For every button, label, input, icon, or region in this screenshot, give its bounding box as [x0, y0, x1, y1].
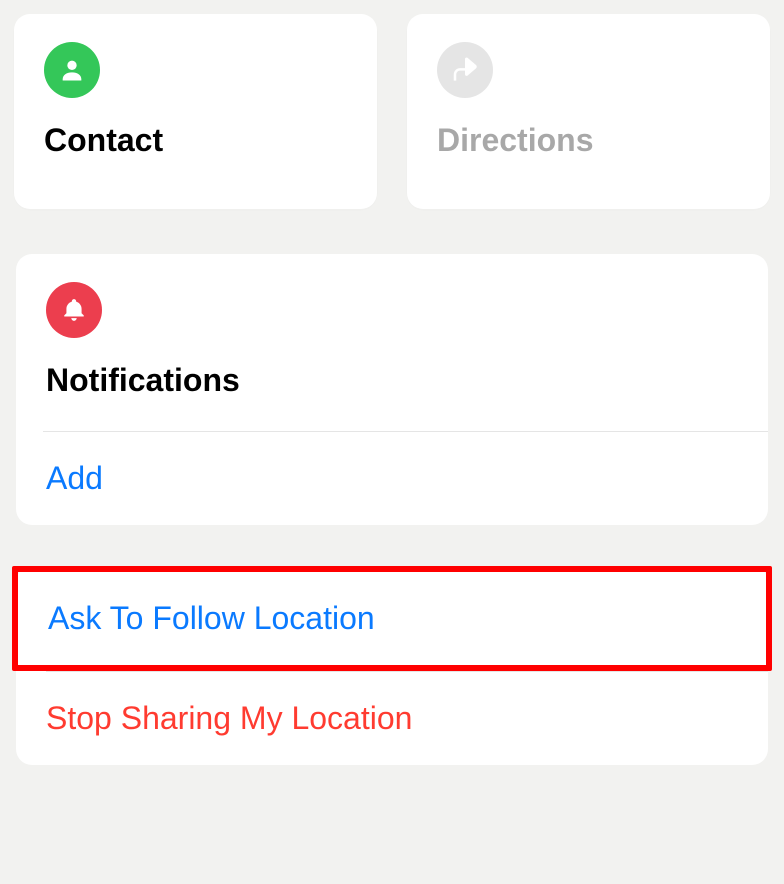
contact-card[interactable]: Contact: [14, 14, 377, 209]
actions-card: Ask To Follow Location Stop Sharing My L…: [16, 566, 768, 765]
directions-label: Directions: [437, 122, 740, 159]
contact-label: Contact: [44, 122, 347, 159]
add-notification-button[interactable]: Add: [46, 460, 738, 497]
notifications-title: Notifications: [46, 362, 738, 399]
divider: [43, 431, 768, 432]
stop-sharing-location-button[interactable]: Stop Sharing My Location: [16, 672, 768, 765]
top-card-row: Contact Directions: [14, 14, 770, 209]
highlight-box: Ask To Follow Location: [12, 566, 772, 671]
notifications-card: Notifications Add: [16, 254, 768, 525]
directions-card[interactable]: Directions: [407, 14, 770, 209]
bell-icon: [46, 282, 102, 338]
directions-icon: [437, 42, 493, 98]
person-icon: [44, 42, 100, 98]
ask-follow-location-button[interactable]: Ask To Follow Location: [18, 572, 766, 665]
